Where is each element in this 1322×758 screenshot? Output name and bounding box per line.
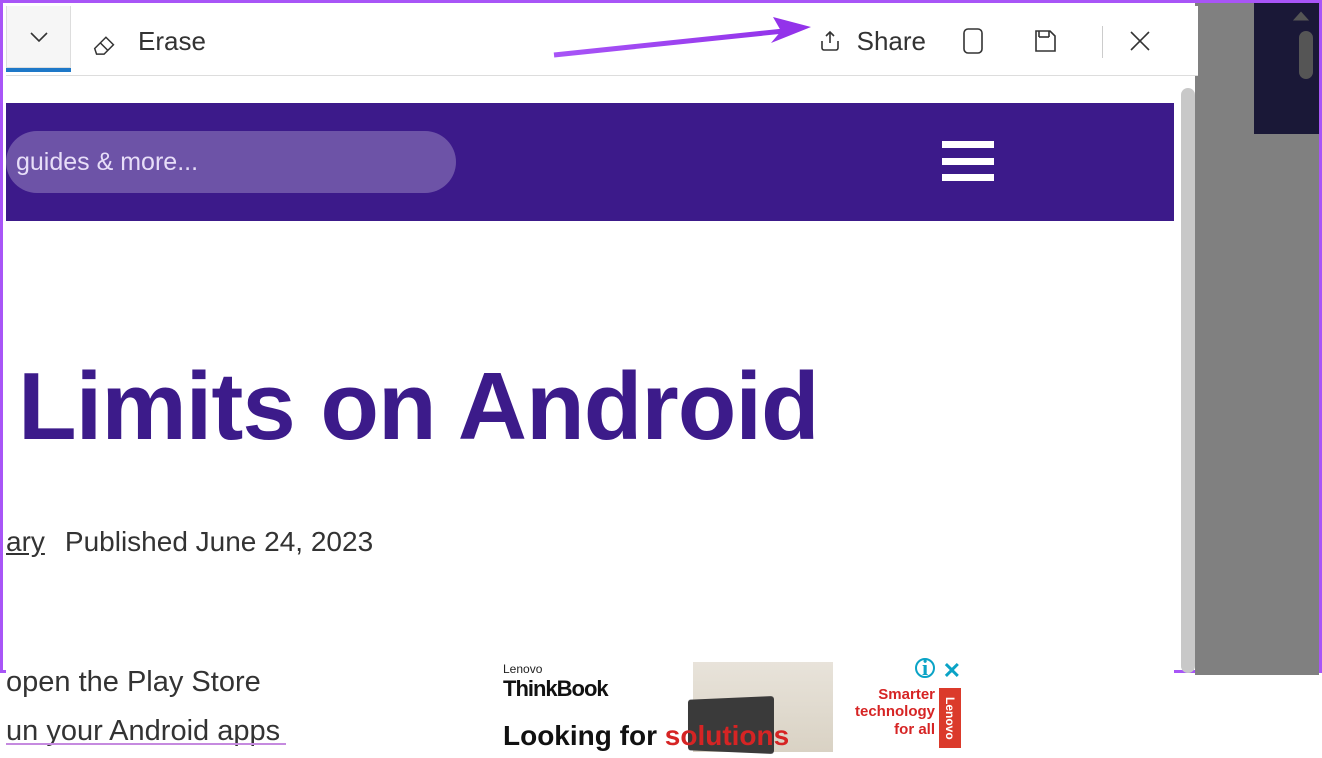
- captured-page-content: guides & more... Limits on Android ary P…: [6, 88, 1174, 673]
- save-button[interactable]: [1020, 6, 1070, 76]
- erase-button[interactable]: Erase: [90, 6, 206, 76]
- ad-close-button[interactable]: ✕: [943, 658, 961, 684]
- erase-icon: [90, 26, 120, 56]
- ad-slogan: Smarter technology for all: [855, 686, 935, 738]
- close-icon: [1128, 29, 1152, 53]
- scrollbar-up-button[interactable]: [1286, 6, 1316, 26]
- copy-button[interactable]: [948, 6, 998, 76]
- ad-tagline: Looking for solutions: [503, 720, 789, 752]
- text-highlight-underline: [6, 743, 286, 745]
- tool-dropdown-button[interactable]: [6, 6, 71, 68]
- site-search-input[interactable]: guides & more...: [6, 131, 456, 193]
- body-line: un your Android apps: [6, 707, 280, 756]
- toolbar-divider: [1102, 26, 1103, 58]
- byline: ary Published June 24, 2023: [6, 526, 373, 558]
- ad-lenovo-tag: Lenovo: [939, 688, 961, 748]
- adchoices-icon[interactable]: i: [915, 658, 935, 678]
- scrollbar-thumb[interactable]: [1299, 31, 1313, 79]
- site-header: guides & more...: [6, 103, 1174, 221]
- body-line: open the Play Store: [6, 658, 280, 707]
- hamburger-menu-button[interactable]: [942, 141, 994, 181]
- copy-icon: [959, 25, 987, 57]
- screenshot-toolbar: Erase Share: [6, 6, 1198, 76]
- share-button[interactable]: Share: [817, 6, 926, 76]
- share-icon: [817, 28, 843, 54]
- active-tool-underline: [6, 68, 71, 72]
- article-title: Limits on Android: [18, 352, 819, 462]
- advertisement[interactable]: i ✕ Lenovo ThinkBook Smarter technology …: [493, 658, 963, 758]
- content-scrollbar-thumb[interactable]: [1181, 88, 1195, 673]
- hamburger-icon: [942, 141, 994, 148]
- share-label: Share: [857, 26, 926, 57]
- author-link[interactable]: ary: [6, 526, 45, 558]
- publish-date: Published June 24, 2023: [65, 526, 373, 558]
- ad-brand-main: ThinkBook: [503, 676, 608, 702]
- search-placeholder-text: guides & more...: [16, 148, 198, 177]
- save-icon: [1031, 27, 1059, 55]
- close-button[interactable]: [1120, 6, 1160, 76]
- chevron-down-icon: [29, 30, 49, 44]
- erase-label: Erase: [138, 26, 206, 57]
- ad-brand-top: Lenovo: [503, 662, 542, 676]
